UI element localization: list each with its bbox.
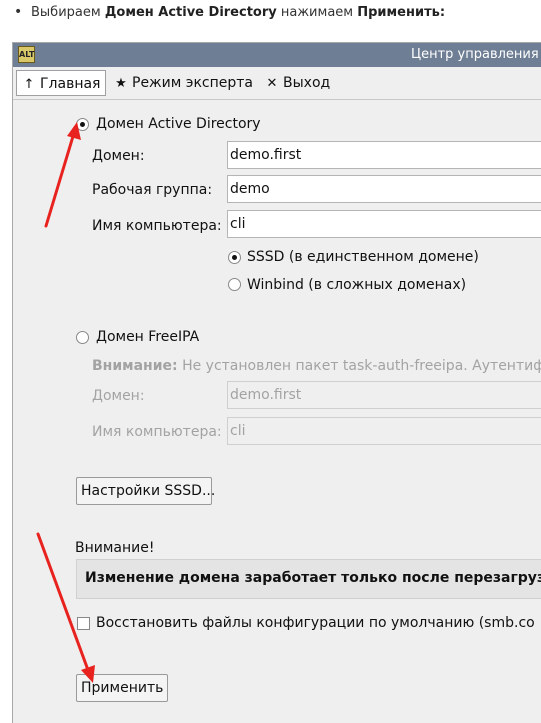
arrow-to-ad-option bbox=[44, 122, 81, 228]
annotation-arrows bbox=[36, 122, 95, 683]
arrow-to-apply-button bbox=[36, 532, 95, 683]
